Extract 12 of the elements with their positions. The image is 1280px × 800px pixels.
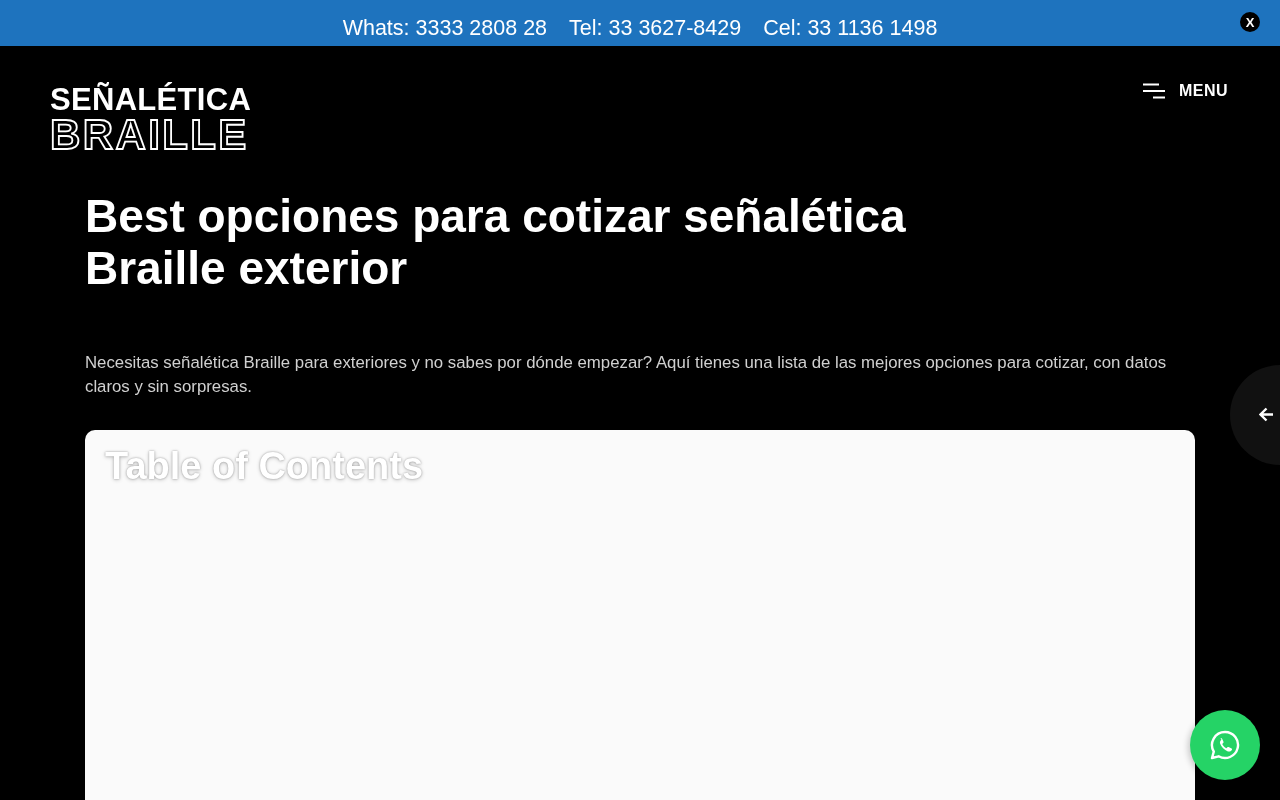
site-logo[interactable]: SEÑALÉTICA BRAILLE: [50, 84, 252, 154]
left-arrow-icon: [1259, 407, 1274, 422]
close-button[interactable]: X: [1240, 12, 1260, 32]
menu-icon: [1142, 83, 1165, 99]
article-intro: Necesitas señalética Braille para exteriores y no sabes por dónde empezar? Aquí tienes una lista de las mejores opciones para cotizar, con datos claros y sin sorpresas.: [85, 352, 1168, 398]
article-title: Best opciones para cotizar señalética Braille exterior: [85, 190, 907, 294]
contact-phone: Tel: 33 3627-8429: [569, 14, 742, 41]
contact-phone: Cel: 33 1136 1498: [763, 14, 938, 41]
contents-heading: Table of Contents: [105, 444, 424, 488]
chat-phone-icon: [1209, 729, 1241, 761]
contact-phone: Whats: 3333 2808 28: [342, 14, 548, 41]
menu-button[interactable]: MENU: [1142, 82, 1228, 100]
